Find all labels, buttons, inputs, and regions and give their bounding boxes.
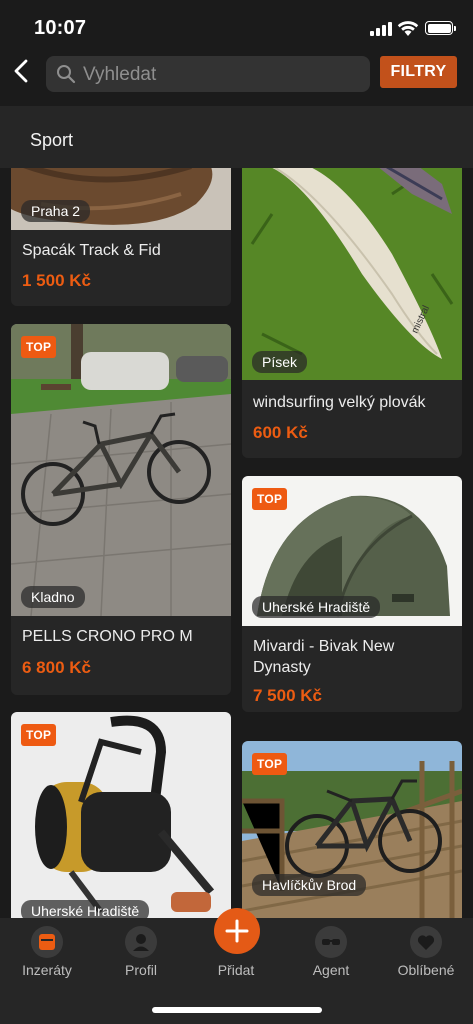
listing-title-line2: Dynasty (253, 659, 311, 676)
top-bar: Vyhledat FILTRY (0, 54, 473, 106)
listing-card[interactable]: TOP Uherské Hradiště (11, 712, 231, 918)
top-badge: TOP (21, 724, 57, 746)
listing-title-line1: Mivardi - Bivak New (253, 638, 395, 655)
listing-image: TOP Uherské Hradiště (11, 712, 231, 918)
listing-price: 600 Kč (253, 423, 308, 442)
tab-label: Agent (312, 962, 350, 978)
listing-location: Kladno (21, 586, 85, 608)
tab-pridat[interactable]: Přidat (189, 908, 283, 988)
listing-location: Havlíčkův Brod (252, 874, 367, 896)
listing-location: Uherské Hradiště (252, 596, 381, 618)
search-icon (57, 65, 76, 84)
battery-icon (425, 21, 456, 35)
tab-agent[interactable]: Agent (284, 918, 378, 988)
listing-location: Uherské Hradiště (21, 900, 150, 918)
bottom-tab-bar: Inzeráty Profil Přidat Agent Oblíbené (0, 908, 473, 1024)
heart-icon (410, 926, 442, 958)
listing-image: TOP Uherské Hradiště (242, 476, 462, 626)
listing-title: PELLS CRONO PRO M (22, 628, 193, 645)
tab-label: Oblíbené (397, 962, 455, 978)
tab-label: Inzeráty (22, 962, 72, 978)
agent-icon (315, 926, 347, 958)
listing-location: Praha 2 (21, 200, 91, 222)
signal-icon (370, 22, 392, 36)
status-bar: 10:07 (0, 0, 473, 54)
tab-label: Přidat (217, 962, 255, 978)
listing-price: 7 500 Kč (253, 686, 322, 705)
top-badge: TOP (21, 336, 57, 358)
listing-price: 6 800 Kč (22, 658, 91, 677)
tab-oblibene[interactable]: Oblíbené (379, 918, 473, 988)
tab-inzeraty[interactable]: Inzeráty (0, 918, 94, 988)
back-arrow-icon[interactable] (10, 58, 36, 84)
listing-card[interactable]: TOP Havlíčkův Brod (242, 741, 462, 918)
listing-card[interactable]: Praha 2 Spacák Track & Fid 1 500 Kč (11, 168, 231, 306)
top-badge: TOP (252, 753, 288, 775)
filter-button[interactable]: FILTRY (380, 56, 457, 88)
profile-icon (125, 926, 157, 958)
top-badge: TOP (252, 488, 288, 510)
listing-image: TOP Havlíčkův Brod (242, 741, 462, 918)
listing-price: 1 500 Kč (22, 271, 91, 290)
wifi-icon (397, 21, 419, 36)
home-indicator (152, 1007, 322, 1013)
listing-feed[interactable]: Praha 2 Spacák Track & Fid 1 500 Kč mist… (0, 168, 473, 918)
plus-icon (214, 908, 260, 954)
status-time: 10:07 (34, 17, 87, 39)
listing-title: Spacák Track & Fid (22, 242, 161, 259)
category-bar: Sport (0, 106, 473, 168)
listing-card[interactable]: TOP Uherské Hradiště Mivardi - Bivak New… (242, 476, 462, 712)
listings-icon (31, 926, 63, 958)
listing-card[interactable]: mistral Písek windsurfing velký plovák 6… (242, 168, 462, 458)
listing-card[interactable]: TOP Kladno PELLS CRONO PRO M 6 800 Kč (11, 324, 231, 695)
search-input[interactable]: Vyhledat (46, 56, 370, 92)
category-label: Sport (30, 130, 74, 150)
listing-title: windsurfing velký plovák (253, 394, 426, 411)
tab-label: Profil (125, 962, 157, 978)
listing-image: TOP Kladno (11, 324, 231, 616)
search-placeholder: Vyhledat (83, 64, 157, 85)
listing-image: Praha 2 (11, 168, 231, 230)
listing-title: Mivardi - Bivak New Dynasty (253, 636, 394, 678)
tab-profil[interactable]: Profil (94, 918, 188, 988)
listing-location: Písek (252, 351, 308, 373)
listing-image: mistral Písek (242, 168, 462, 380)
